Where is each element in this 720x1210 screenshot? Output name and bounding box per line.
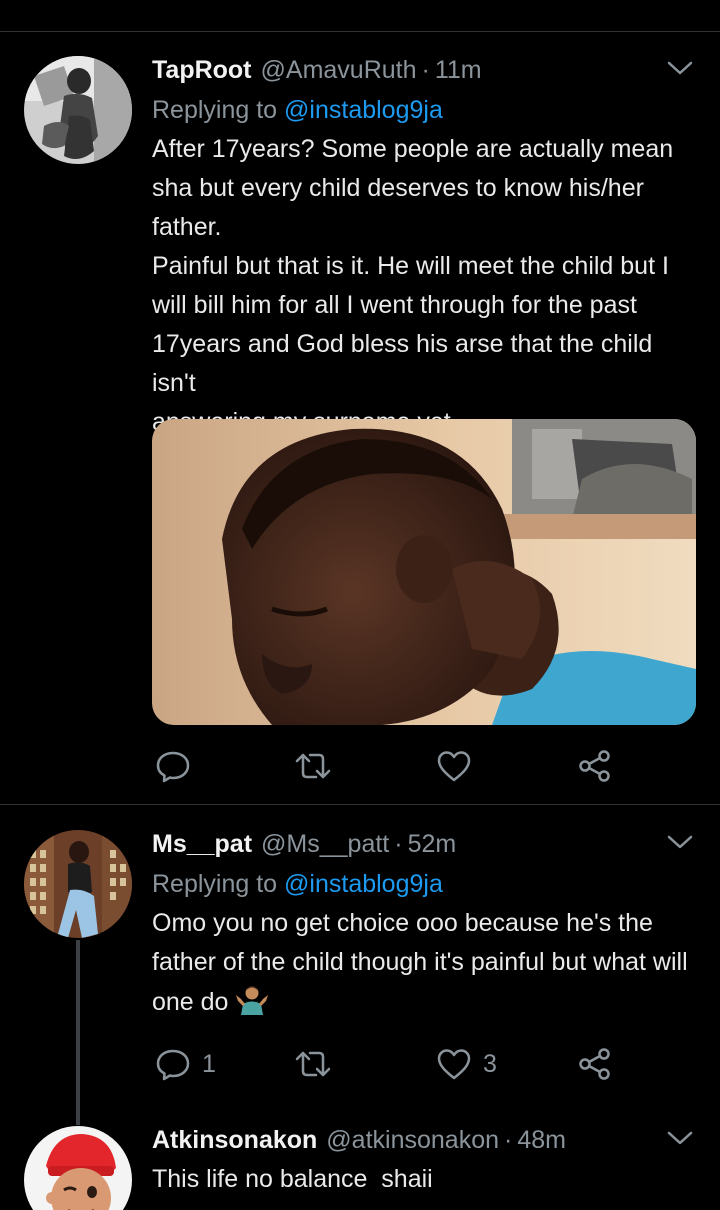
share-icon [579,750,610,782]
text-line: father of the child though it's painful … [152,948,688,976]
person-shrugging-emoji-icon [236,986,269,1015]
chevron-down-icon[interactable] [666,1128,694,1148]
reply-button[interactable] [154,746,202,786]
separator-dot: · [421,55,430,84]
tweet-card[interactable]: Atkinsonakon @atkinsonakon · 48m This li… [0,1126,720,1210]
share-icon [579,1048,610,1080]
tweet-divider [0,804,720,805]
like-button[interactable]: 3 [435,1044,497,1084]
replying-prefix: Replying to [152,870,278,898]
replying-to: Replying to @instablog9ja [152,864,698,904]
text-line-content: one do [152,988,229,1016]
reply-button[interactable]: 1 [154,1044,216,1084]
share-button[interactable] [576,1044,614,1084]
timestamp[interactable]: 48m [517,1126,566,1155]
text-line: Omo you no get choice ooo because he's t… [152,909,653,937]
heart-icon [437,751,471,782]
reply-count: 1 [202,1049,216,1078]
text-line: 17years and God bless his arse that the … [152,330,653,397]
replying-prefix: Replying to [152,96,278,124]
retweet-icon [295,1051,331,1077]
like-count: 3 [483,1049,497,1078]
tweet-text: This life no balance shaii [152,1160,698,1199]
avatar[interactable] [24,830,132,938]
display-name[interactable]: Ms__pat [152,830,252,859]
timestamp[interactable]: 52m [408,830,457,859]
tweet-header: Ms__pat @Ms__patt · 52m [152,824,698,864]
avatar[interactable] [24,56,132,164]
tweet-actions: 1 3 [152,1044,632,1084]
replying-to: Replying to @instablog9ja [152,90,698,130]
reply-icon [156,751,190,783]
tweet-actions [152,746,632,786]
text-line: will bill him for all I went through for… [152,291,637,319]
share-button[interactable] [576,746,614,786]
display-name[interactable]: TapRoot [152,56,252,85]
chevron-down-icon[interactable] [666,58,694,78]
chevron-down-icon[interactable] [666,832,694,852]
reply-icon [156,1049,190,1081]
tweet-text: After 17years? Some people are actually … [152,130,698,442]
tweet-header: TapRoot @AmavuRuth · 11m [152,50,698,90]
like-button[interactable] [435,746,483,786]
mention-link[interactable]: @instablog9ja [284,870,443,898]
tweet-card[interactable]: TapRoot @AmavuRuth · 11m Replying to @in… [0,56,720,796]
tweet-text: Omo you no get choice ooo because he's t… [152,904,698,1022]
top-divider [0,31,720,32]
tweet-media-image[interactable] [152,419,696,725]
display-name[interactable]: Atkinsonakon [152,1126,317,1155]
user-handle[interactable]: @AmavuRuth [261,56,417,85]
mention-link[interactable]: @instablog9ja [284,96,443,124]
text-line: one do [152,982,698,1022]
tweet-card[interactable]: Ms__pat @Ms__patt · 52m Replying to @ins… [0,830,720,1100]
text-line: sha but every child deserves to know his… [152,174,644,202]
retweet-icon [295,753,331,779]
user-handle[interactable]: @atkinsonakon [326,1126,499,1155]
text-line: After 17years? Some people are actually … [152,135,674,163]
avatar[interactable] [24,1126,132,1210]
retweet-button[interactable] [294,1044,332,1084]
user-handle[interactable]: @Ms__patt [261,830,389,859]
retweet-button[interactable] [294,746,332,786]
text-line: Painful but that is it. He will meet the… [152,252,669,280]
timestamp[interactable]: 11m [435,56,482,85]
separator-dot: · [504,1125,513,1154]
text-line: This life no balance shaii [152,1165,433,1193]
tweet-header: Atkinsonakon @atkinsonakon · 48m [152,1120,698,1160]
text-line: father. [152,213,222,241]
heart-icon [437,1049,471,1080]
separator-dot: · [394,829,403,858]
